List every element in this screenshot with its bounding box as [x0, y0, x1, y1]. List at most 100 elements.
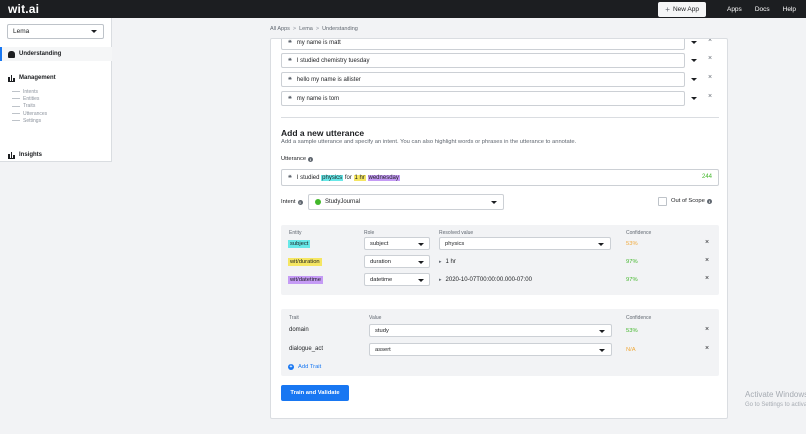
utterance-text: I studied chemistry tuesday	[296, 57, 370, 64]
intent-label-text: Intent	[281, 199, 296, 205]
breadcrumb-separator: >	[315, 26, 320, 32]
utterance-label: Utterance i	[281, 156, 314, 162]
utterance-row[interactable]: ❝ I studied chemistry tuesday	[281, 53, 685, 68]
quote-icon: ❝	[288, 173, 292, 182]
sidebar-item-traits[interactable]: Traits	[12, 103, 102, 110]
highlight-datetime[interactable]: wednesday	[367, 174, 400, 181]
column-header-value: Value	[369, 315, 382, 321]
entity-chip-datetime[interactable]: wit/datetime	[288, 276, 323, 284]
highlight-subject[interactable]: physics	[321, 174, 344, 181]
confidence-value: 97%	[626, 277, 638, 283]
role-select[interactable]: subject	[364, 237, 430, 250]
close-icon[interactable]: ×	[708, 74, 712, 81]
management-sub-list: Intents Entities Traits Utterances Setti…	[12, 88, 102, 124]
breadcrumb-separator: >	[292, 26, 297, 32]
tree-line	[12, 98, 20, 100]
sidebar-sub-label: Entities	[23, 95, 40, 102]
role-select-value: subject	[370, 240, 389, 247]
resolved-value-select[interactable]: physics	[439, 237, 611, 250]
sidebar-item-label: Insights	[19, 152, 43, 158]
watermark-line-1: Activate Windows	[745, 390, 806, 399]
close-icon[interactable]: ×	[705, 345, 709, 352]
tree-line	[12, 105, 20, 107]
trait-value-select[interactable]: study	[369, 324, 612, 337]
train-and-validate-button[interactable]: Train and Validate	[281, 385, 349, 401]
info-icon[interactable]: i	[308, 156, 314, 162]
highlight-duration[interactable]: 1 hr	[353, 174, 366, 181]
close-icon[interactable]: ×	[705, 239, 709, 246]
resolved-value: 1 hr	[445, 259, 456, 265]
quote-icon: ❝	[288, 75, 292, 84]
entity-chip-subject[interactable]: subject	[288, 240, 311, 248]
nav-link-docs[interactable]: Docs	[755, 6, 770, 13]
breadcrumb: All Apps > Lema > Understanding	[270, 26, 358, 32]
sidebar-item-utterances[interactable]: Utterances	[12, 110, 102, 117]
quote-icon: ❝	[288, 56, 292, 65]
sidebar-item-management[interactable]: Management	[0, 73, 112, 83]
add-trait-button[interactable]: + Add Trait	[288, 364, 321, 370]
wit-logo[interactable]: wit.ai	[8, 2, 39, 16]
column-header-confidence: Confidence	[626, 230, 652, 236]
info-icon[interactable]: i	[297, 199, 303, 205]
chevron-down-icon[interactable]	[691, 59, 697, 62]
column-header-resolved: Resolved value	[439, 230, 474, 236]
understanding-card: ❝ my name is matt × ❝ I studied chemistr…	[270, 38, 728, 419]
divider	[281, 117, 719, 118]
chevron-down-icon	[599, 329, 605, 333]
column-header-entity: Entity	[289, 230, 302, 236]
entity-chip-duration[interactable]: wit/duration	[288, 258, 322, 266]
utterance-input[interactable]: ❝ I studied physics for 1 hr wednesday 2…	[281, 169, 719, 186]
intent-label: Intent i	[281, 199, 303, 205]
sidebar-item-insights[interactable]: Insights	[0, 150, 112, 160]
sidebar-item-understanding[interactable]: Understanding	[0, 47, 112, 61]
bar-chart-icon	[8, 151, 15, 159]
close-icon[interactable]: ×	[705, 275, 709, 282]
sidebar-item-label: Management	[19, 75, 56, 81]
app-selector[interactable]: Lema	[7, 24, 104, 39]
chevron-down-icon[interactable]	[691, 41, 697, 44]
utterance-row[interactable]: ❝ my name is matt	[281, 39, 685, 50]
intent-select-value: StudyJournal	[325, 199, 361, 205]
column-header-role: Role	[364, 230, 375, 236]
close-icon[interactable]: ×	[708, 55, 712, 62]
trait-value: assert	[375, 346, 391, 353]
sidebar-item-settings[interactable]: Settings	[12, 117, 102, 124]
trait-value-select[interactable]: assert	[369, 343, 612, 356]
plus-circle-icon: +	[288, 364, 294, 370]
chevron-down-icon[interactable]	[691, 97, 697, 100]
utterance-row[interactable]: ❝ hello my name is allister	[281, 72, 685, 87]
close-icon[interactable]: ×	[708, 93, 712, 100]
chevron-down-icon	[599, 348, 605, 352]
out-of-scope-label: Out of Scope i	[671, 198, 712, 204]
sidebar-item-intents[interactable]: Intents	[12, 88, 102, 95]
close-icon[interactable]: ×	[708, 39, 712, 44]
chevron-down-icon	[598, 242, 604, 246]
resolved-value-cell: ▸ 2020-10-07T00:00:00.000-07:00	[439, 277, 532, 283]
role-select[interactable]: datetime	[364, 273, 430, 286]
nav-link-help[interactable]: Help	[783, 6, 796, 13]
character-count: 244	[701, 174, 712, 180]
out-of-scope-checkbox[interactable]	[658, 197, 667, 206]
new-app-button[interactable]: + New App	[658, 1, 706, 17]
breadcrumb-all-apps[interactable]: All Apps	[270, 26, 290, 32]
entities-panel: Entity Role Resolved value Confidence su…	[281, 225, 719, 295]
sidebar-item-entities[interactable]: Entities	[12, 95, 102, 102]
chevron-down-icon[interactable]	[691, 78, 697, 81]
utterance-label-text: Utterance	[281, 156, 307, 162]
person-icon	[8, 50, 15, 58]
entity-cell: wit/datetime	[288, 276, 323, 284]
close-icon[interactable]: ×	[705, 257, 709, 264]
info-icon[interactable]: i	[706, 198, 712, 204]
breadcrumb-app[interactable]: Lema	[299, 26, 313, 32]
close-icon[interactable]: ×	[705, 326, 709, 333]
nav-link-apps[interactable]: Apps	[727, 6, 742, 13]
utterance-row[interactable]: ❝ my name is tom	[281, 91, 685, 106]
bullet-icon: ▸	[439, 277, 442, 283]
chevron-down-icon	[491, 201, 497, 204]
role-select[interactable]: duration	[364, 255, 430, 268]
sidebar: Lema Understanding Management Intents En…	[0, 18, 112, 162]
role-select-value: datetime	[370, 276, 393, 283]
trait-name: dialogue_act	[289, 346, 324, 352]
intent-select[interactable]: StudyJournal	[308, 194, 504, 210]
utterance-text: my name is tom	[296, 95, 340, 102]
